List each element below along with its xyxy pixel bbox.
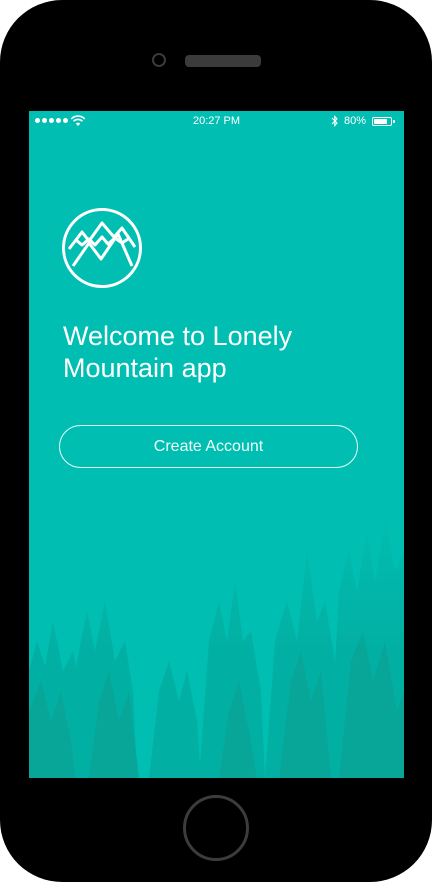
front-camera	[152, 53, 166, 67]
battery-percent: 80%	[344, 115, 367, 127]
status-bar: 20:27 PM 80%	[29, 111, 404, 133]
app-screen: 20:27 PM 80% Welcome to Lonely Mountain …	[29, 111, 404, 778]
home-button[interactable]	[183, 795, 249, 861]
battery-icon	[372, 117, 395, 126]
bluetooth-icon	[331, 115, 338, 127]
create-account-button[interactable]: Create Account	[59, 425, 358, 468]
earpiece-speaker	[185, 55, 261, 67]
mountain-logo-icon	[62, 208, 142, 288]
forest-background	[29, 491, 404, 778]
welcome-headline: Welcome to Lonely Mountain app	[63, 321, 293, 383]
phone-frame: 20:27 PM 80% Welcome to Lonely Mountain …	[0, 0, 432, 882]
